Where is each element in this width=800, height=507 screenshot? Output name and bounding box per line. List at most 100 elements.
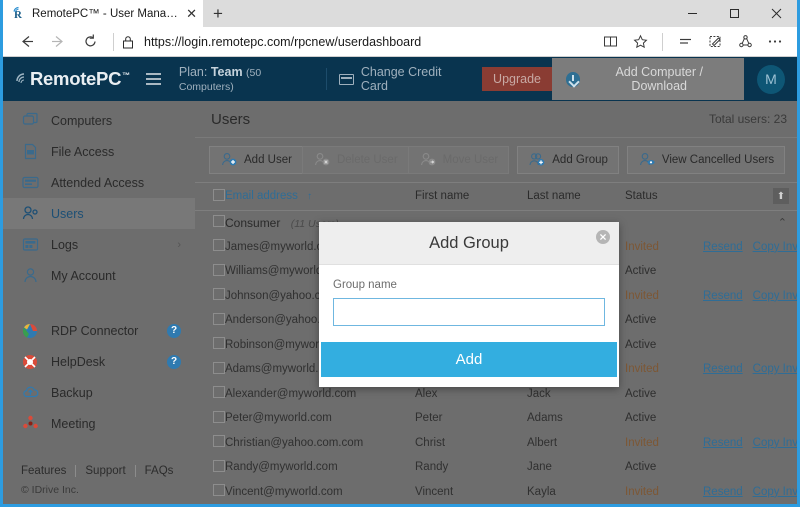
row-checkbox[interactable] (213, 484, 225, 496)
table-row[interactable]: Randy@myworld.com Randy Jane Active (195, 455, 800, 480)
forward-icon[interactable] (43, 29, 73, 55)
add-group-icon (528, 151, 546, 169)
select-all-checkbox[interactable] (213, 189, 225, 201)
column-last-name[interactable]: Last name (527, 182, 625, 210)
add-user-button[interactable]: Add User (209, 146, 302, 174)
add-group-button[interactable]: Add Group (517, 146, 619, 174)
resend-link[interactable]: Resend (703, 437, 743, 449)
resend-link[interactable]: Resend (703, 290, 743, 302)
rdp-connector-icon (21, 322, 39, 340)
avatar[interactable]: M (757, 65, 785, 94)
sidebar-item-rdp-connector[interactable]: RDP Connector ? (3, 315, 195, 346)
status-badge: Active (625, 406, 703, 431)
plan-name: Team (211, 65, 243, 79)
navbar-divider-2 (662, 33, 663, 51)
sidebar-item-backup[interactable]: Backup (3, 377, 195, 408)
share-icon[interactable] (731, 29, 759, 55)
address-bar[interactable]: https://login.remotepc.com/rpcnew/userda… (144, 35, 594, 49)
cell-first-name: Peter (415, 406, 527, 431)
copy-invitation-link[interactable]: Copy Invitation (753, 290, 800, 302)
table-row[interactable]: Peter@myworld.com Peter Adams Active (195, 406, 800, 431)
refresh-icon[interactable] (75, 29, 105, 55)
column-status[interactable]: Status (625, 182, 703, 210)
web-notes-icon[interactable] (701, 29, 729, 55)
back-icon[interactable] (11, 29, 41, 55)
table-row[interactable]: Vincent@myworld.com Vincent Kayla Invite… (195, 480, 800, 505)
copy-invitation-link[interactable]: Copy Invitation (753, 363, 800, 375)
row-actions (703, 308, 800, 333)
footer-link-support[interactable]: Support (76, 465, 134, 477)
row-actions: Resend Copy Invitation (703, 480, 800, 505)
credit-card-icon (339, 74, 354, 85)
row-checkbox[interactable] (213, 313, 225, 325)
chevron-right-icon: › (177, 239, 181, 251)
view-cancelled-users-button[interactable]: View Cancelled Users (627, 146, 785, 174)
footer-link-faqs[interactable]: FAQs (136, 465, 183, 477)
more-settings-icon[interactable] (761, 29, 789, 55)
sidebar-item-logs[interactable]: Logs › (3, 229, 195, 260)
export-upload-icon[interactable]: ⬆ (773, 188, 789, 204)
cell-first-name: Randy (415, 455, 527, 480)
modal-footer: Add (319, 338, 619, 377)
add-computer-download-button[interactable]: Add Computer / Download (552, 58, 744, 100)
sidebar-footer-links: Features Support FAQs (21, 465, 195, 484)
tab-close-icon[interactable]: ✕ (186, 7, 197, 20)
hub-icon[interactable] (671, 29, 699, 55)
row-checkbox[interactable] (213, 337, 225, 349)
row-checkbox[interactable] (213, 386, 225, 398)
sidebar-item-helpdesk[interactable]: HelpDesk ? (3, 346, 195, 377)
remotepc-logo[interactable]: RemotePC ™ (15, 68, 130, 90)
sidebar-item-computers[interactable]: Computers (3, 105, 195, 136)
change-credit-card-button[interactable]: Change Credit Card (339, 65, 468, 93)
sidebar-item-attended-access[interactable]: Attended Access (3, 167, 195, 198)
row-checkbox[interactable] (213, 288, 225, 300)
move-user-button[interactable]: Move User (408, 146, 510, 174)
sidebar-item-meeting[interactable]: Meeting (3, 408, 195, 439)
close-icon[interactable] (596, 230, 610, 244)
help-icon[interactable]: ? (167, 324, 181, 338)
help-icon[interactable]: ? (167, 355, 181, 369)
delete-user-label: Delete User (337, 154, 398, 166)
row-checkbox[interactable] (213, 362, 225, 374)
copy-invitation-link[interactable]: Copy Invitation (753, 241, 800, 253)
row-checkbox[interactable] (213, 264, 225, 276)
row-checkbox[interactable] (213, 435, 225, 447)
resend-link[interactable]: Resend (703, 241, 743, 253)
computers-icon (21, 112, 39, 130)
add-group-modal: Add Group Group name Add (319, 222, 619, 387)
row-checkbox[interactable] (213, 411, 225, 423)
minimize-icon[interactable] (671, 0, 713, 27)
table-row[interactable]: Christian@yahoo.com.com Christ Albert In… (195, 431, 800, 456)
logo-trademark: ™ (122, 71, 130, 80)
resend-link[interactable]: Resend (703, 363, 743, 375)
resend-link[interactable]: Resend (703, 486, 743, 498)
menu-hamburger-icon[interactable] (146, 73, 161, 85)
new-tab-button[interactable]: + (203, 0, 233, 27)
maximize-icon[interactable] (713, 0, 755, 27)
column-first-name[interactable]: First name (415, 182, 527, 210)
window-close-icon[interactable] (755, 0, 797, 27)
add-user-label: Add User (244, 154, 292, 166)
row-checkbox[interactable] (213, 239, 225, 251)
chevron-up-icon[interactable]: ⌃ (778, 216, 787, 229)
status-badge: Invited (625, 284, 703, 309)
row-select-cell (195, 308, 225, 333)
sidebar-item-users[interactable]: Users (3, 198, 195, 229)
favorite-star-icon[interactable] (626, 29, 654, 55)
group-name-input[interactable] (333, 298, 605, 326)
browser-tab[interactable]: R RemotePC™ - User Management ✕ (3, 0, 203, 27)
footer-link-features[interactable]: Features (21, 465, 75, 477)
copy-invitation-link[interactable]: Copy Invitation (753, 437, 800, 449)
sidebar-item-my-account[interactable]: My Account (3, 260, 195, 291)
cell-email: Randy@myworld.com (225, 455, 415, 480)
group-checkbox[interactable] (213, 215, 225, 227)
delete-user-button[interactable]: Delete User (302, 146, 408, 174)
upgrade-button[interactable]: Upgrade (482, 67, 552, 91)
row-select-cell (195, 480, 225, 505)
reading-view-icon[interactable] (596, 29, 624, 55)
add-group-submit-button[interactable]: Add (321, 342, 617, 377)
column-email[interactable]: Email address ↑ (225, 182, 415, 210)
row-checkbox[interactable] (213, 460, 225, 472)
sidebar-item-file-access[interactable]: File Access (3, 136, 195, 167)
copy-invitation-link[interactable]: Copy Invitation (753, 486, 800, 498)
